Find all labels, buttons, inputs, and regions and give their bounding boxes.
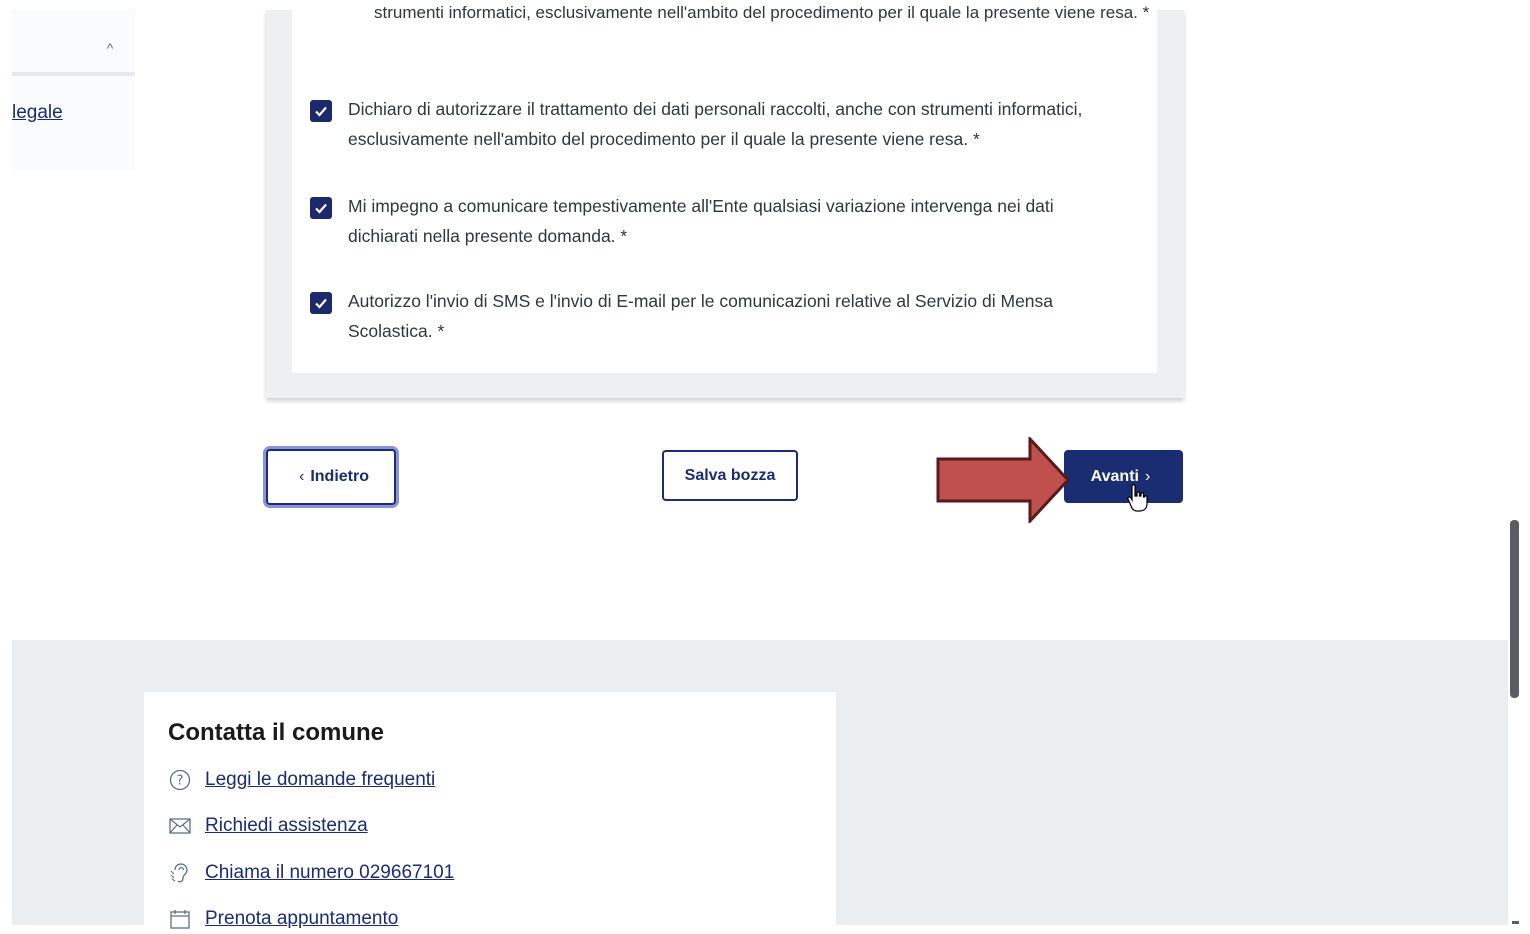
sidebar-nav [12,10,135,170]
check-icon [315,106,327,117]
save-draft-button[interactable]: Salva bozza [662,450,798,501]
back-button[interactable]: ‹ Indietro [266,449,396,505]
consent-checkbox-checked[interactable] [310,100,332,122]
consent-checkbox-checked[interactable] [310,197,332,219]
collapse-caret-icon[interactable]: ^ [100,38,120,58]
consent-text-partial: strumenti informatici, esclusivamente ne… [374,3,1150,22]
hand-cursor-icon [1127,484,1148,512]
chevron-right-icon: › [1144,467,1151,485]
faq-link[interactable]: ? Leggi le domande frequenti [168,765,435,795]
save-draft-label: Salva bozza [684,466,776,484]
calendar-icon [168,907,192,931]
chevron-left-icon: ‹ [299,468,305,485]
question-circle-icon: ? [168,768,192,792]
assistance-link[interactable]: Richiedi assistenza [168,811,368,841]
scrollbar-thumb[interactable] [1510,520,1519,698]
contact-title: Contatta il comune [168,719,385,746]
sidebar-divider [12,72,135,76]
sidebar-item-legale[interactable]: legale [12,102,63,124]
mail-icon [168,814,192,838]
next-button[interactable]: Avanti › [1064,450,1183,503]
call-link[interactable]: Chiama il numero 029667101 [168,858,454,888]
consent-card: strumenti informatici, esclusivamente ne… [292,3,1157,373]
scrollbar-arrow[interactable] [1512,921,1519,924]
back-button-label: Indietro [310,468,369,485]
check-icon [315,298,327,309]
consent-label: Dichiaro di autorizzare il trattamento d… [348,99,1083,149]
annotation-arrow-icon [936,437,1071,523]
hearing-icon [168,861,192,885]
check-icon [315,203,327,214]
consent-label: Mi impegno a comunicare tempestivamente … [348,196,1054,246]
next-button-label: Avanti [1090,467,1139,485]
svg-text:?: ? [177,774,184,789]
contact-card: Contatta il comune ? Leggi le domande fr… [144,692,836,932]
consent-section: strumenti informatici, esclusivamente ne… [266,3,1184,398]
consent-label: Autorizzo l'invio di SMS e l'invio di E-… [348,291,1054,341]
consent-checkbox-checked[interactable] [310,292,332,314]
book-appointment-link[interactable]: Prenota appuntamento [168,904,398,934]
